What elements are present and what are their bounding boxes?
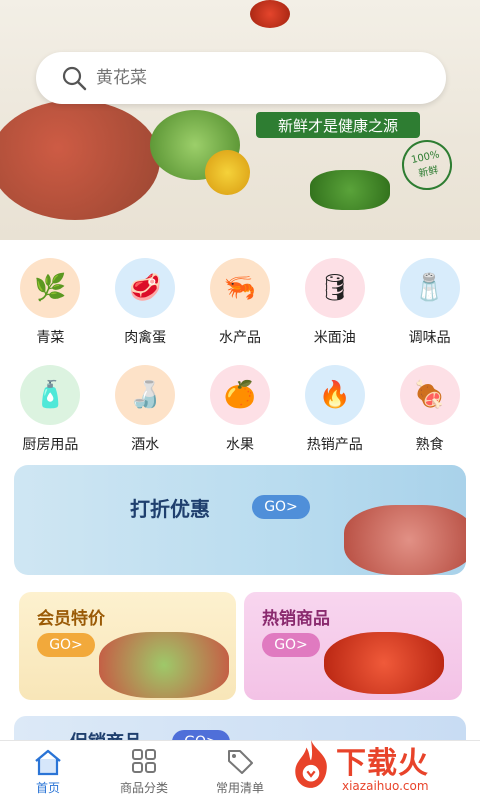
- orange-icon: 🍊: [209, 365, 270, 425]
- oil-bottle-icon: 🛢: [304, 258, 365, 318]
- category-item-hot-sale[interactable]: 🔥 热销产品: [290, 365, 380, 454]
- seasoning-icon: 🧂: [399, 258, 460, 318]
- category-item-drinks[interactable]: 🍶 酒水: [100, 365, 190, 454]
- liquor-icon: 🍶: [115, 365, 176, 425]
- home-icon: [35, 749, 61, 776]
- category-label: 酒水: [131, 437, 160, 453]
- tomatoes-image: [324, 632, 444, 694]
- category-label: 熟食: [415, 437, 444, 453]
- fresh-stamp: 100% 新鲜: [397, 135, 457, 195]
- hot-products-card[interactable]: 热销商品 GO>: [244, 592, 462, 700]
- member-go-button[interactable]: GO>: [37, 633, 95, 657]
- meat-icon: 🥩: [115, 258, 176, 318]
- grid-icon: [132, 749, 156, 773]
- category-item-seasoning[interactable]: 🧂 调味品: [385, 258, 475, 347]
- leaf-icon: 🌿: [20, 258, 81, 318]
- category-label: 水果: [225, 437, 254, 453]
- discount-title: 打折优惠: [130, 497, 210, 521]
- vegetable-basket-image: [0, 100, 160, 220]
- category-row: 🌿 青菜 🥩 肉禽蛋 🦐 水产品 🛢 米面油 🧂 调味品: [0, 258, 480, 347]
- category-item-grain-oil[interactable]: 🛢 米面油: [290, 258, 380, 347]
- slogan-label: 新鲜才是健康之源: [256, 112, 420, 138]
- tab-lists[interactable]: 常用清单: [192, 741, 288, 800]
- pepper-image: [205, 150, 250, 195]
- tab-categories[interactable]: 商品分类: [96, 741, 192, 800]
- search-icon: [62, 66, 87, 91]
- shrimp-icon: 🦐: [209, 258, 270, 318]
- parsley-image: [310, 170, 390, 210]
- discount-go-button[interactable]: GO>: [252, 495, 310, 519]
- tomato-image: [250, 0, 290, 28]
- hot-title: 热销商品: [262, 609, 330, 629]
- cooked-meat-icon: 🍖: [399, 365, 460, 425]
- search-bar[interactable]: [36, 52, 446, 104]
- category-label: 肉禽蛋: [124, 330, 167, 346]
- category-label: 青菜: [36, 330, 65, 346]
- category-item-vegetables[interactable]: 🌿 青菜: [5, 258, 95, 347]
- hero-banner[interactable]: 新鲜才是健康之源 100% 新鲜: [0, 0, 480, 240]
- member-special-card[interactable]: 会员特价 GO>: [19, 592, 236, 700]
- category-label: 水产品: [218, 330, 261, 346]
- category-label: 调味品: [408, 330, 451, 346]
- watermark-text: 下载火: [336, 746, 429, 781]
- tab-lists-label: 常用清单: [215, 781, 264, 795]
- detergent-icon: 🧴: [20, 365, 81, 425]
- watermark-url: xiazaihuo.com: [342, 779, 429, 793]
- discount-banner[interactable]: 打折优惠 GO>: [14, 465, 466, 575]
- hot-sale-icon: 🔥: [304, 365, 365, 425]
- search-input[interactable]: [96, 68, 416, 88]
- fire-logo-icon: [295, 740, 327, 788]
- category-item-kitchen[interactable]: 🧴 厨房用品: [5, 365, 95, 454]
- tab-categories-label: 商品分类: [119, 781, 168, 795]
- category-item-cooked-food[interactable]: 🍖 熟食: [385, 365, 475, 454]
- category-item-fruit[interactable]: 🍊 水果: [195, 365, 285, 454]
- category-item-meat[interactable]: 🥩 肉禽蛋: [100, 258, 190, 347]
- stamp-text: 新鲜: [417, 164, 440, 180]
- category-label: 厨房用品: [22, 437, 79, 453]
- category-grid: 🌿 青菜 🥩 肉禽蛋 🦐 水产品 🛢 米面油 🧂 调味品 🧴 厨房用品 🍶 酒水: [0, 258, 480, 454]
- hot-go-button[interactable]: GO>: [262, 633, 320, 657]
- category-label: 热销产品: [306, 437, 363, 453]
- watermark-logo: 下载火 xiazaihuo.com: [284, 732, 480, 800]
- tab-home[interactable]: 首页: [0, 741, 96, 800]
- category-item-seafood[interactable]: 🦐 水产品: [195, 258, 285, 347]
- tag-icon: [228, 750, 253, 774]
- tab-home-label: 首页: [35, 781, 60, 795]
- category-label: 米面油: [313, 330, 356, 346]
- tomato-image: [344, 505, 466, 575]
- category-row: 🧴 厨房用品 🍶 酒水 🍊 水果 🔥 热销产品 🍖 熟食: [0, 365, 480, 454]
- member-title: 会员特价: [37, 609, 105, 629]
- vegetables-image: [99, 632, 229, 698]
